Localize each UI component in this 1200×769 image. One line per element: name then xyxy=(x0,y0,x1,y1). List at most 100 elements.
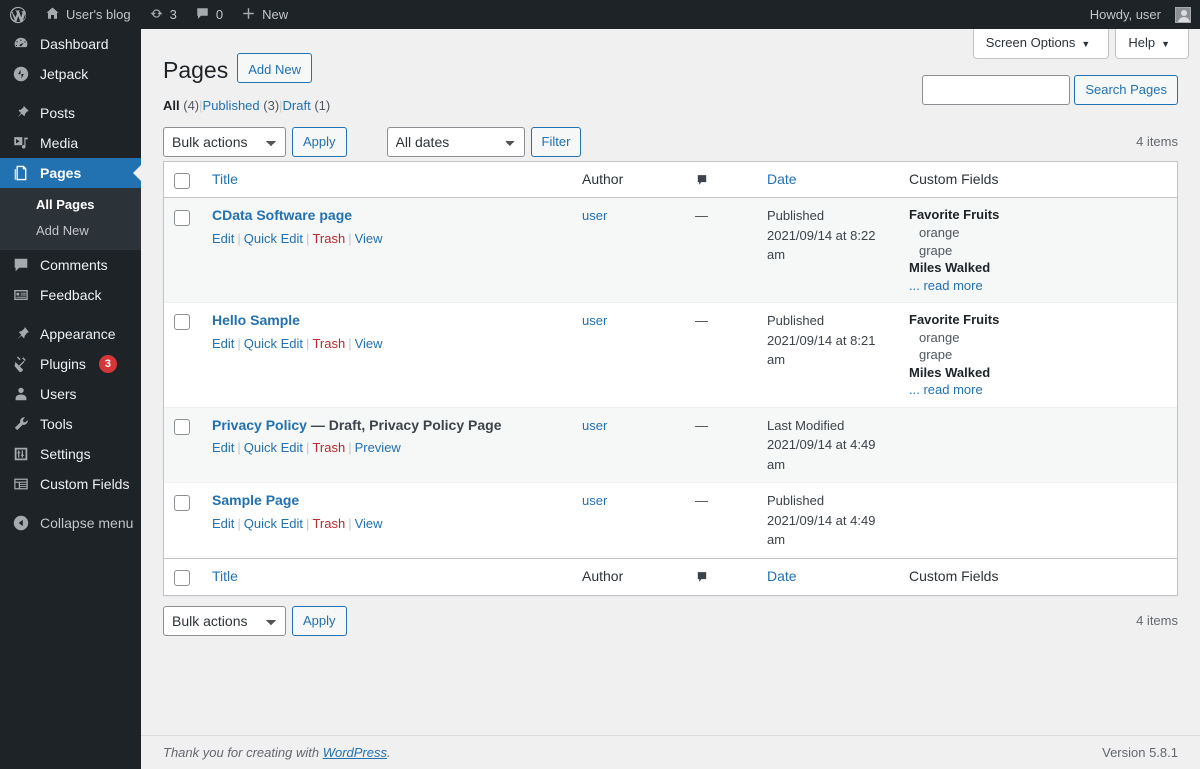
bulk-actions-select-top[interactable]: Bulk actions Edit Move to Trash xyxy=(163,126,286,157)
row-author-link[interactable]: user xyxy=(582,313,607,328)
apply-bulk-action-button-top[interactable]: Apply xyxy=(292,126,347,157)
column-footer-title[interactable]: Title xyxy=(202,557,572,595)
tools-wrench-icon xyxy=(11,414,31,434)
sidebar-item-posts[interactable]: Posts xyxy=(0,98,141,128)
column-header-date[interactable]: Date xyxy=(757,161,899,199)
filter-published-link[interactable]: Published xyxy=(203,98,260,113)
filter-all-link[interactable]: All xyxy=(163,98,180,113)
submenu-item-all-pages[interactable]: All Pages xyxy=(0,192,141,218)
date-filter-select[interactable]: All dates September 2021 xyxy=(386,126,525,157)
row-author-link[interactable]: user xyxy=(582,208,607,223)
search-input[interactable] xyxy=(922,75,1071,105)
sidebar-item-tools[interactable]: Tools xyxy=(0,409,141,439)
row-action-edit[interactable]: Edit xyxy=(212,516,234,531)
filter-draft[interactable]: Draft (1) xyxy=(283,98,331,113)
footer-thankyou: Thank you for creating with WordPress. xyxy=(163,745,391,760)
row-action-inline[interactable]: Quick Edit xyxy=(244,231,303,246)
wordpress-link[interactable]: WordPress xyxy=(323,745,387,760)
row-title-link[interactable]: CData Software page xyxy=(212,207,352,223)
row-action-trash[interactable]: Trash xyxy=(312,440,345,455)
tablenav-top: Bulk actions Edit Move to Trash Apply Al… xyxy=(163,126,1178,157)
sidebar-item-feedback[interactable]: Feedback xyxy=(0,280,141,310)
search-pages-button[interactable]: Search Pages xyxy=(1074,75,1178,105)
row-action-trash[interactable]: Trash xyxy=(312,516,345,531)
collapse-menu-button[interactable]: Collapse menu xyxy=(0,508,141,538)
row-action-trash[interactable]: Trash xyxy=(312,336,345,351)
select-all-checkbox-bottom[interactable] xyxy=(174,569,190,586)
site-name-menu[interactable]: User's blog xyxy=(36,0,140,29)
new-content-menu[interactable]: New xyxy=(232,0,297,29)
row-action-separator: | xyxy=(348,440,352,456)
bulk-actions-select-bottom[interactable]: Bulk actions Edit Move to Trash xyxy=(163,605,286,636)
sidebar-item-plugins[interactable]: Plugins 3 xyxy=(0,349,141,379)
custom-fields-read-more-link[interactable]: ... read more xyxy=(909,381,1167,399)
add-new-page-button[interactable]: Add New xyxy=(237,53,312,84)
filter-all[interactable]: All (4) xyxy=(163,98,199,113)
row-author-link[interactable]: user xyxy=(582,493,607,508)
sidebar-item-comments[interactable]: Comments xyxy=(0,250,141,280)
custom-fields-read-more-link[interactable]: ... read more xyxy=(909,277,1167,295)
row-title-link[interactable]: Hello Sample xyxy=(212,312,300,328)
row-action-separator: | xyxy=(348,335,352,351)
row-action-view[interactable]: View xyxy=(355,231,383,246)
column-footer-date[interactable]: Date xyxy=(757,557,899,595)
sidebar-item-dashboard[interactable]: Dashboard xyxy=(0,29,141,59)
footer-version: Version 5.8.1 xyxy=(1102,745,1178,760)
sidebar-item-custom-fields[interactable]: Custom Fields xyxy=(0,469,141,499)
column-header-title[interactable]: Title xyxy=(202,161,572,199)
row-checkbox[interactable] xyxy=(174,494,190,511)
filter-draft-link[interactable]: Draft xyxy=(283,98,311,113)
table-body: CData Software page Edit | Quick Edit | Trash… xyxy=(164,198,1177,557)
sort-date-link-bottom[interactable]: Date xyxy=(767,568,797,584)
row-action-edit[interactable]: Edit xyxy=(212,440,234,455)
row-comments-cell: — xyxy=(685,198,757,303)
sort-date-link[interactable]: Date xyxy=(767,171,797,187)
filter-published[interactable]: Published (3) xyxy=(203,98,280,113)
sidebar-item-media[interactable]: Media xyxy=(0,128,141,158)
site-name-label: User's blog xyxy=(66,7,131,22)
row-action-trash[interactable]: Trash xyxy=(312,231,345,246)
row-title-link[interactable]: Privacy Policy xyxy=(212,417,307,433)
my-account-menu[interactable]: Howdy, user xyxy=(1081,0,1200,29)
row-action-view[interactable]: View xyxy=(355,336,383,351)
wordpress-logo-menu[interactable] xyxy=(0,0,36,29)
row-action-inline[interactable]: Quick Edit xyxy=(244,336,303,351)
row-action-view[interactable]: Preview xyxy=(355,440,401,455)
select-all-checkbox-top[interactable] xyxy=(174,172,190,189)
submenu-item-label: Add New xyxy=(36,223,89,238)
row-checkbox[interactable] xyxy=(174,209,190,226)
submenu-item-add-new[interactable]: Add New xyxy=(0,218,141,244)
row-action-inline[interactable]: Quick Edit xyxy=(244,440,303,455)
home-icon xyxy=(45,6,60,24)
sort-title-link[interactable]: Title xyxy=(212,171,238,187)
updates-menu[interactable]: 3 xyxy=(140,0,186,29)
row-action-edit[interactable]: Edit xyxy=(212,336,234,351)
apply-bulk-action-button-bottom[interactable]: Apply xyxy=(292,605,347,636)
comments-menu[interactable]: 0 xyxy=(186,0,232,29)
sidebar-item-pages[interactable]: Pages xyxy=(0,158,141,188)
row-author-link[interactable]: user xyxy=(582,418,607,433)
sidebar-item-users[interactable]: Users xyxy=(0,379,141,409)
sidebar-item-jetpack[interactable]: Jetpack xyxy=(0,59,141,89)
row-action-view[interactable]: View xyxy=(355,516,383,531)
row-date-status: Published xyxy=(767,493,825,509)
sidebar-item-appearance[interactable]: Appearance xyxy=(0,319,141,349)
sidebar-item-settings[interactable]: Settings xyxy=(0,439,141,469)
comment-bubble-icon xyxy=(11,255,31,275)
row-checkbox[interactable] xyxy=(174,314,190,331)
row-action-inline[interactable]: Quick Edit xyxy=(244,516,303,531)
row-custom-fields-cell: Favorite Fruits orange grape Miles Walked..… xyxy=(899,198,1177,303)
sidebar-item-label: Tools xyxy=(40,416,73,432)
row-checkbox[interactable] xyxy=(174,419,190,436)
row-title-link[interactable]: Sample Page xyxy=(212,492,299,508)
comment-bubble-icon xyxy=(695,570,747,584)
column-custom-fields-label: Custom Fields xyxy=(909,170,999,187)
bulk-actions-group: Bulk actions Edit Move to Trash Apply xyxy=(163,126,347,157)
row-action-edit[interactable]: Edit xyxy=(212,231,234,246)
filter-button[interactable]: Filter xyxy=(530,126,582,157)
row-actions: Edit | Quick Edit | Trash | Preview xyxy=(212,436,562,459)
row-title-cell: Privacy Policy — Draft, Privacy Policy P… xyxy=(202,406,572,483)
table-header-row: Title Author Date Custom Fields xyxy=(164,161,1177,199)
row-comments-count: — xyxy=(695,417,708,433)
sort-title-link-bottom[interactable]: Title xyxy=(212,568,238,584)
